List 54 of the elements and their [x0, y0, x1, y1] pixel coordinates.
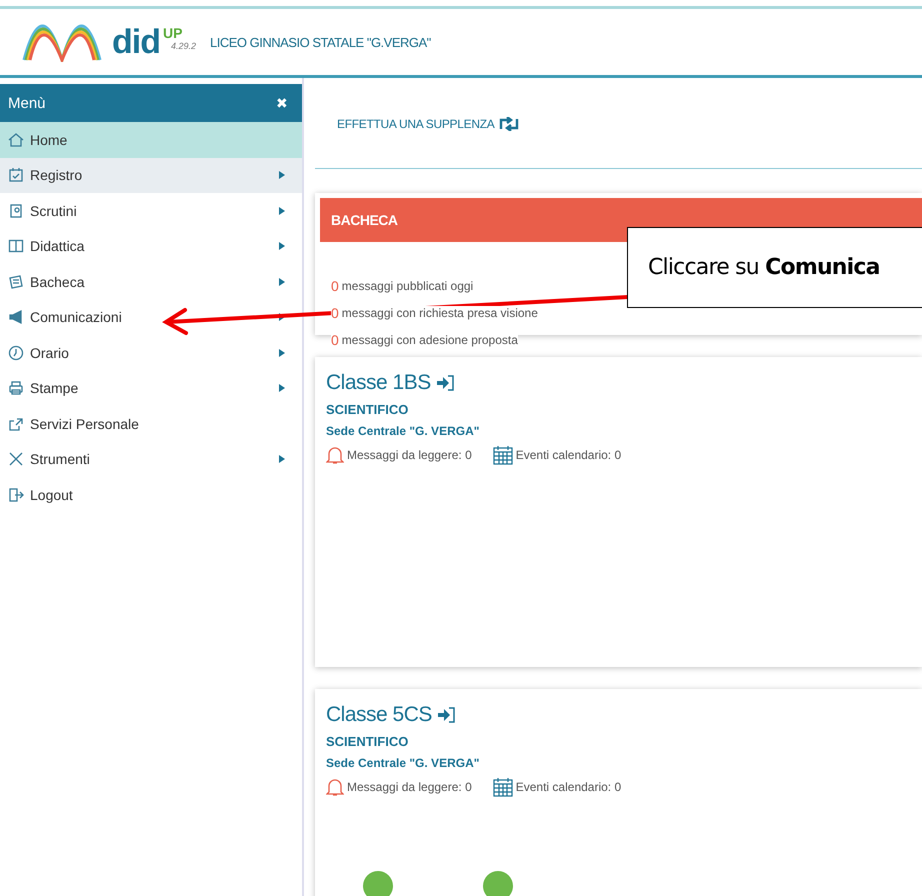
bulletin-title: BACHECA — [331, 212, 398, 228]
logout-icon — [8, 486, 24, 503]
site-label: Sede Centrale "G. VERGA" — [326, 424, 480, 438]
menu-item[interactable]: Logout — [0, 477, 302, 512]
menu-item[interactable]: Bacheca — [0, 264, 302, 300]
home-icon — [8, 132, 24, 148]
menu-item[interactable]: Didattica — [0, 228, 302, 264]
message-label: messaggi pubblicati oggi — [342, 278, 474, 292]
menu-item[interactable]: Stampe — [0, 370, 302, 406]
book-icon — [8, 238, 24, 254]
status-circle-icon — [363, 871, 393, 896]
brand-suffix: UP — [162, 25, 184, 41]
menu-item[interactable]: Scrutini — [0, 193, 302, 228]
substitution-link[interactable]: EFFETTUA UNA SUPPLENZA — [337, 117, 520, 131]
printer-icon — [8, 380, 24, 396]
clock-icon — [8, 344, 24, 361]
calendar-icon — [492, 777, 513, 797]
status-circle-icon — [483, 871, 513, 896]
callout-text: Cliccare su Comunica — [648, 255, 880, 280]
calendar-icon — [8, 167, 24, 184]
enter-icon[interactable] — [436, 707, 455, 723]
calendar-icon — [492, 445, 513, 465]
document-icon — [8, 202, 24, 219]
message-label: messaggi con richiesta presa visione — [342, 306, 538, 320]
unread-messages: Messaggi da leggere: 0 — [347, 780, 472, 794]
class-title[interactable]: Classe 1BS — [326, 371, 431, 395]
calendar-events: Eventi calendario: 0 — [516, 448, 622, 462]
tools-icon — [8, 451, 24, 468]
menu-item[interactable]: Orario — [0, 335, 302, 370]
close-button[interactable]: ✖ — [276, 95, 288, 111]
share-icon — [8, 416, 24, 432]
version-label: 4.29.2 — [170, 41, 196, 51]
bell-icon — [326, 445, 344, 465]
megaphone-icon — [8, 309, 24, 326]
menu-item[interactable]: Registro — [0, 158, 302, 193]
class-title[interactable]: Classe 5CS — [326, 703, 432, 727]
menu-item[interactable]: Home — [0, 122, 302, 158]
enter-icon[interactable] — [436, 375, 454, 391]
menu-item[interactable]: Servizi Personale — [0, 406, 302, 442]
calendar-events: Eventi calendario: 0 — [516, 780, 622, 794]
brand-name: did — [112, 22, 160, 62]
site-label: Sede Centrale "G. VERGA" — [326, 756, 480, 770]
school-name: LICEO GINNASIO STATALE "G.VERGA" — [210, 34, 431, 50]
course-label: SCIENTIFICO — [326, 402, 410, 417]
course-label: SCIENTIFICO — [326, 734, 410, 749]
swap-icon — [498, 117, 520, 131]
bell-icon — [326, 777, 344, 797]
menu-title: Menù — [8, 94, 46, 112]
message-count: 0 — [331, 332, 342, 348]
message-label: messaggi con adesione proposta — [342, 332, 518, 346]
rainbow-logo-icon — [22, 22, 102, 62]
newspaper-icon — [8, 274, 24, 290]
unread-messages: Messaggi da leggere: 0 — [347, 448, 472, 462]
menu-item[interactable]: Strumenti — [0, 442, 302, 477]
